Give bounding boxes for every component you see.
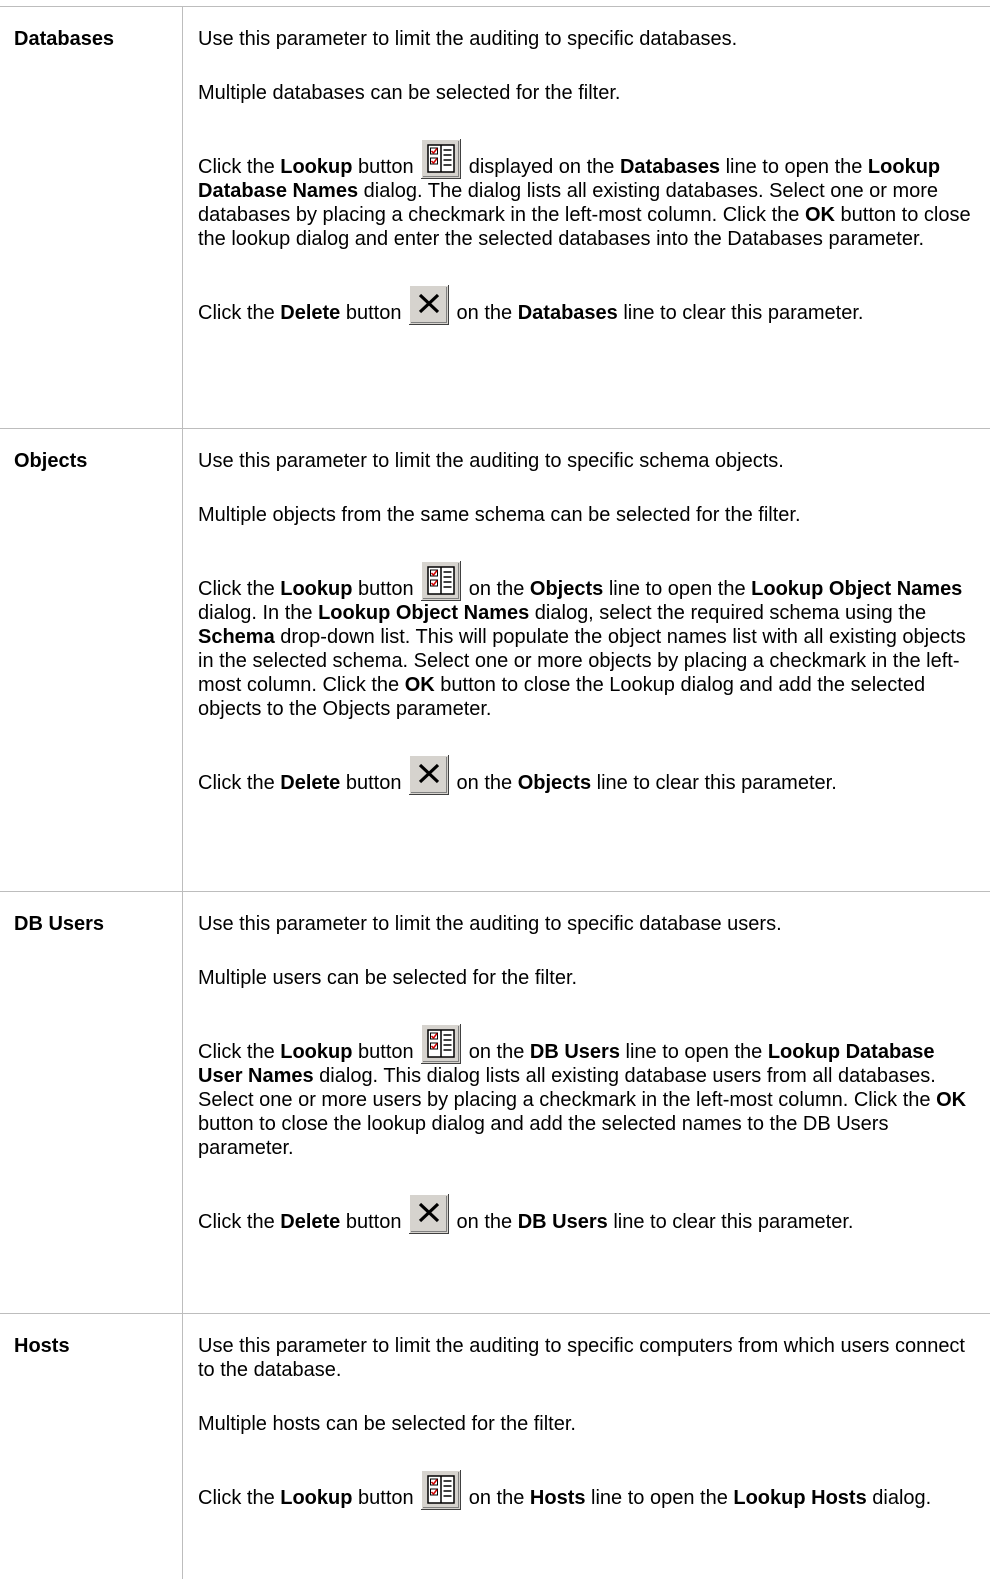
table-row-objects: Objects Use this parameter to limit the … bbox=[0, 429, 990, 891]
lookup-icon bbox=[421, 561, 461, 601]
parameter-description: Use this parameter to limit the auditing… bbox=[198, 449, 978, 795]
table-row-hosts: Hosts Use this parameter to limit the au… bbox=[0, 1314, 990, 1579]
lookup-instructions: Click the Lookup button on the Objects l… bbox=[198, 561, 978, 721]
lookup-icon bbox=[421, 139, 461, 179]
delete-instructions: Click the Delete button on the Databases… bbox=[198, 285, 978, 325]
table-row-databases: Databases Use this parameter to limit th… bbox=[0, 7, 990, 428]
intro-text: Use this parameter to limit the auditing… bbox=[198, 913, 782, 935]
delete-instructions: Click the Delete button on the Objects l… bbox=[198, 755, 978, 795]
intro-text: Use this parameter to limit the auditing… bbox=[198, 450, 784, 472]
intro-text: Use this parameter to limit the auditing… bbox=[198, 28, 738, 50]
parameters-table: Databases Use this parameter to limit th… bbox=[0, 0, 990, 1579]
delete-icon bbox=[409, 285, 449, 325]
delete-instructions: Click the Delete button on the DB Users … bbox=[198, 1194, 978, 1234]
lookup-icon bbox=[421, 1024, 461, 1064]
intro-text: Use this parameter to limit the auditing… bbox=[198, 1335, 965, 1381]
multi-select-text: Multiple hosts can be selected for the f… bbox=[198, 1413, 576, 1435]
parameter-name: Databases bbox=[14, 28, 115, 50]
parameter-name: Hosts bbox=[14, 1335, 70, 1357]
lookup-instructions: Click the Lookup button on the DB Users … bbox=[198, 1024, 978, 1160]
parameter-name: Objects bbox=[14, 450, 88, 472]
table-row-db-users: DB Users Use this parameter to limit the… bbox=[0, 892, 990, 1313]
multi-select-text: Multiple databases can be selected for t… bbox=[198, 82, 621, 104]
lookup-instructions: Click the Lookup button displayed on the… bbox=[198, 139, 978, 251]
lookup-instructions: Click the Lookup button on the Hosts lin… bbox=[198, 1470, 978, 1510]
parameter-description: Use this parameter to limit the auditing… bbox=[198, 1334, 978, 1510]
parameter-name: DB Users bbox=[14, 913, 105, 935]
delete-icon bbox=[409, 1194, 449, 1234]
multi-select-text: Multiple objects from the same schema ca… bbox=[198, 504, 801, 526]
lookup-icon bbox=[421, 1470, 461, 1510]
multi-select-text: Multiple users can be selected for the f… bbox=[198, 967, 578, 989]
parameter-description: Use this parameter to limit the auditing… bbox=[198, 912, 978, 1234]
parameter-description: Use this parameter to limit the auditing… bbox=[198, 27, 978, 325]
delete-icon bbox=[409, 755, 449, 795]
